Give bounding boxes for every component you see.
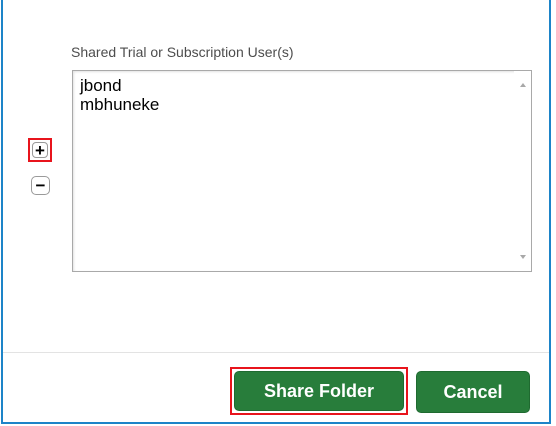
list-item[interactable]: mbhuneke xyxy=(80,95,159,114)
share-folder-button[interactable]: Share Folder xyxy=(234,371,404,411)
scroll-up-arrow-icon[interactable] xyxy=(514,76,531,93)
share-folder-highlight: Share Folder xyxy=(230,367,408,415)
add-user-button[interactable]: + xyxy=(32,140,48,160)
footer-divider xyxy=(3,352,549,353)
minus-icon: − xyxy=(35,176,46,195)
list-item[interactable]: jbond xyxy=(80,76,159,95)
share-folder-dialog: Shared Trial or Subscription User(s) + −… xyxy=(1,0,551,424)
vertical-scrollbar[interactable] xyxy=(514,71,531,271)
add-user-highlight: + xyxy=(28,138,52,162)
shared-users-list: jbond mbhuneke xyxy=(80,76,159,114)
scroll-down-arrow-icon[interactable] xyxy=(514,248,531,265)
cancel-button[interactable]: Cancel xyxy=(416,371,530,413)
shared-users-label: Shared Trial or Subscription User(s) xyxy=(71,44,294,60)
remove-user-button[interactable]: − xyxy=(31,176,50,195)
shared-users-listbox[interactable]: jbond mbhuneke xyxy=(72,70,532,272)
plus-icon: + xyxy=(35,140,45,160)
